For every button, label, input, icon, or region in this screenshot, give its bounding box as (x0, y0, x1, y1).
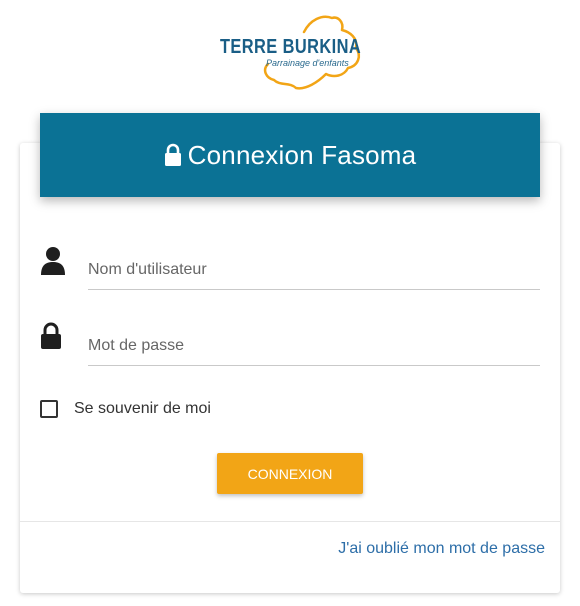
forgot-password-link[interactable]: J'ai oublié mon mot de passe (338, 540, 545, 558)
connexion-button[interactable]: CONNEXION (217, 453, 363, 494)
username-input[interactable] (88, 250, 540, 290)
lock-icon (40, 322, 62, 355)
lock-icon (164, 143, 182, 167)
user-icon (40, 246, 66, 281)
remember-label: Se souvenir de moi (74, 400, 211, 417)
logo-subtitle: Parrainage d'enfants (266, 58, 349, 68)
login-header: Connexion Fasoma (40, 113, 540, 197)
password-input[interactable] (88, 326, 540, 366)
logo-title: TERRE BURKINA (220, 36, 362, 58)
remember-me[interactable]: Se souvenir de moi (40, 400, 211, 418)
card-divider (20, 521, 560, 522)
login-card (20, 143, 560, 593)
terre-burkina-logo: TERRE BURKINA Parrainage d'enfants (218, 12, 364, 94)
page-title: Connexion Fasoma (187, 139, 417, 170)
remember-checkbox[interactable] (40, 400, 58, 418)
